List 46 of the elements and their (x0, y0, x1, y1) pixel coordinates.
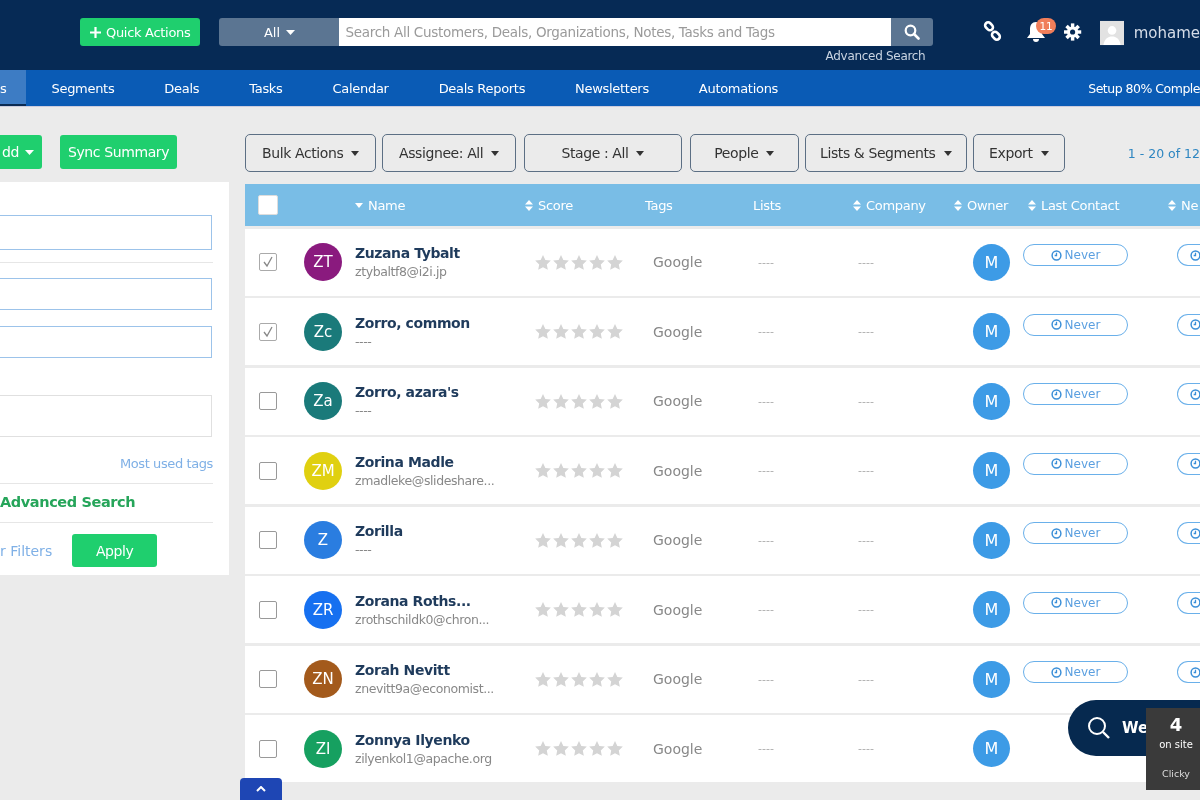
table-cell-text: ---- (757, 533, 775, 547)
contact-avatar: Zc (304, 312, 342, 351)
table-cell-text: Google (652, 462, 704, 479)
table-cell-text: Google (652, 393, 704, 409)
table-cell-text: ---- (857, 533, 875, 547)
visitor-label: on site (1159, 739, 1193, 750)
contact-avatar: ZM (304, 451, 342, 490)
visitor-count: 4 (1169, 714, 1183, 735)
table-cell-text: ---- (857, 464, 875, 477)
contact-avatar: ZT (304, 243, 342, 281)
table-cell-text: Google (652, 323, 704, 340)
contact-avatar: Za (304, 382, 342, 420)
stats-brand: Clicky (1162, 768, 1190, 779)
table-cell-text: ---- (857, 255, 875, 269)
contact-avatar: Z (304, 521, 342, 559)
chat-label: We (1122, 719, 1149, 737)
table-cell-text: ---- (757, 394, 775, 408)
contact-email: ---- (355, 542, 373, 557)
table-cell-text: ---- (757, 672, 775, 686)
contact-avatar: ZN (304, 660, 342, 698)
table-cell-text: ---- (757, 742, 775, 755)
notification-badge: 11 (1036, 18, 1056, 34)
table-cell-text: Google (652, 532, 704, 548)
table-cell-text: Google (652, 254, 704, 270)
table-cell-text: ---- (857, 394, 875, 408)
table-cell-text: ---- (857, 672, 875, 686)
contact-email: zilyenkol1@apache.org (355, 750, 493, 766)
table-cell-text: ---- (757, 325, 775, 338)
table-cell-text: ---- (857, 742, 875, 755)
contact-email: znevitt9a@economist... (355, 681, 495, 696)
contact-avatar: ZI (304, 729, 342, 768)
table-cell-text: Google (652, 671, 704, 687)
table-cell-text: ---- (857, 325, 875, 338)
contact-email: ---- (355, 333, 373, 349)
table-cell-text: ---- (857, 603, 875, 616)
contact-email: ---- (355, 403, 373, 418)
table-cell-text: Google (652, 740, 704, 757)
contact-avatar: ZR (304, 590, 342, 629)
table-cell-text: ---- (757, 603, 775, 616)
contact-email: ztybaltf8@i2i.jp (355, 264, 448, 279)
contact-email: zmadleke@slideshare... (355, 472, 496, 488)
table-cell-text: ---- (757, 464, 775, 477)
table-cell-text: Google (652, 601, 704, 618)
pagination-text: 1 - 20 of 12 (1127, 145, 1200, 161)
table-cell-text: ---- (757, 255, 775, 269)
contact-email: zrothschildk0@chron... (355, 611, 491, 627)
